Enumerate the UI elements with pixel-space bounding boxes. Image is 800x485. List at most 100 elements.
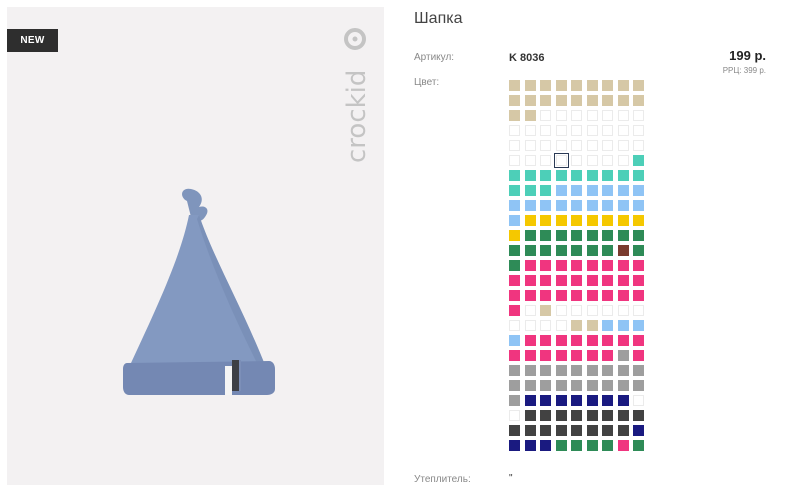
- color-swatch[interactable]: [524, 350, 536, 361]
- color-swatch[interactable]: [540, 170, 551, 181]
- color-swatch[interactable]: [509, 200, 520, 211]
- color-swatch[interactable]: [555, 350, 567, 361]
- color-swatch[interactable]: [509, 335, 520, 346]
- color-swatch[interactable]: [586, 95, 598, 106]
- color-swatch[interactable]: [540, 290, 551, 301]
- color-swatch[interactable]: [540, 155, 551, 166]
- color-swatch[interactable]: [524, 80, 536, 91]
- color-swatch[interactable]: [509, 380, 520, 391]
- color-swatch[interactable]: [617, 275, 629, 286]
- color-swatch[interactable]: [524, 125, 536, 136]
- color-swatch[interactable]: [617, 95, 629, 106]
- color-swatch[interactable]: [540, 260, 551, 271]
- color-swatch[interactable]: [633, 350, 644, 361]
- color-swatch[interactable]: [555, 110, 567, 121]
- color-swatch[interactable]: [540, 335, 551, 346]
- color-swatch[interactable]: [509, 260, 520, 271]
- color-swatch[interactable]: [586, 275, 598, 286]
- color-swatch[interactable]: [524, 230, 536, 241]
- color-swatch[interactable]: [633, 170, 644, 181]
- color-swatch[interactable]: [617, 215, 629, 226]
- color-swatch[interactable]: [524, 410, 536, 421]
- color-swatch[interactable]: [633, 245, 644, 256]
- color-swatch[interactable]: [617, 80, 629, 91]
- color-swatch[interactable]: [509, 365, 520, 376]
- color-swatch[interactable]: [540, 275, 551, 286]
- color-swatch[interactable]: [633, 290, 644, 301]
- color-swatch[interactable]: [524, 110, 536, 121]
- color-swatch[interactable]: [586, 425, 598, 436]
- color-swatch[interactable]: [509, 320, 520, 331]
- color-swatch[interactable]: [509, 80, 520, 91]
- color-swatch[interactable]: [617, 140, 629, 151]
- color-swatch[interactable]: [509, 110, 520, 121]
- color-swatch[interactable]: [555, 290, 567, 301]
- color-swatch[interactable]: [633, 380, 644, 391]
- color-swatch[interactable]: [571, 245, 582, 256]
- color-swatch[interactable]: [633, 230, 644, 241]
- color-swatch[interactable]: [602, 335, 613, 346]
- color-swatch[interactable]: [633, 185, 644, 196]
- color-swatch[interactable]: [571, 335, 582, 346]
- color-swatch[interactable]: [586, 155, 598, 166]
- color-swatch[interactable]: [555, 380, 567, 391]
- color-swatch[interactable]: [602, 185, 613, 196]
- color-swatch[interactable]: [633, 335, 644, 346]
- color-swatch[interactable]: [571, 80, 582, 91]
- color-swatch[interactable]: [602, 305, 613, 316]
- color-swatch[interactable]: [633, 140, 644, 151]
- color-swatch[interactable]: [540, 140, 551, 151]
- color-swatch[interactable]: [633, 110, 644, 121]
- color-swatch[interactable]: [617, 230, 629, 241]
- color-swatch[interactable]: [509, 275, 520, 286]
- color-swatch[interactable]: [586, 305, 598, 316]
- color-swatch[interactable]: [633, 395, 644, 406]
- color-swatch[interactable]: [509, 185, 520, 196]
- color-swatch[interactable]: [586, 320, 598, 331]
- color-swatch[interactable]: [524, 245, 536, 256]
- color-swatch[interactable]: [540, 440, 551, 451]
- color-swatch[interactable]: [617, 185, 629, 196]
- color-swatch[interactable]: [571, 275, 582, 286]
- color-swatch[interactable]: [617, 155, 629, 166]
- color-swatch[interactable]: [602, 125, 613, 136]
- color-swatch[interactable]: [555, 80, 567, 91]
- color-swatch[interactable]: [555, 245, 567, 256]
- color-swatch[interactable]: [633, 410, 644, 421]
- color-swatch[interactable]: [617, 290, 629, 301]
- color-swatch[interactable]: [571, 395, 582, 406]
- color-swatch[interactable]: [602, 260, 613, 271]
- color-swatch[interactable]: [617, 365, 629, 376]
- color-swatch[interactable]: [555, 230, 567, 241]
- color-swatch[interactable]: [555, 125, 567, 136]
- color-swatch[interactable]: [509, 140, 520, 151]
- color-swatch[interactable]: [633, 200, 644, 211]
- color-swatch[interactable]: [524, 260, 536, 271]
- color-swatch[interactable]: [555, 185, 567, 196]
- color-swatch[interactable]: [571, 230, 582, 241]
- color-swatch[interactable]: [586, 125, 598, 136]
- color-swatch[interactable]: [540, 380, 551, 391]
- color-swatch[interactable]: [571, 380, 582, 391]
- color-swatch[interactable]: [571, 170, 582, 181]
- color-swatch[interactable]: [586, 350, 598, 361]
- color-swatch[interactable]: [633, 425, 644, 436]
- color-swatch[interactable]: [509, 125, 520, 136]
- color-swatch[interactable]: [571, 95, 582, 106]
- color-swatch[interactable]: [633, 275, 644, 286]
- color-swatch[interactable]: [586, 410, 598, 421]
- color-swatch[interactable]: [571, 425, 582, 436]
- color-swatch[interactable]: [586, 335, 598, 346]
- color-swatch[interactable]: [571, 440, 582, 451]
- color-swatch[interactable]: [602, 80, 613, 91]
- color-swatch[interactable]: [617, 335, 629, 346]
- color-swatch[interactable]: [571, 140, 582, 151]
- color-swatch[interactable]: [524, 185, 536, 196]
- color-swatch[interactable]: [540, 80, 551, 91]
- color-swatch[interactable]: [617, 170, 629, 181]
- color-swatch[interactable]: [586, 80, 598, 91]
- color-swatch[interactable]: [555, 425, 567, 436]
- color-swatch[interactable]: [586, 140, 598, 151]
- color-swatch[interactable]: [509, 395, 520, 406]
- color-swatch[interactable]: [524, 200, 536, 211]
